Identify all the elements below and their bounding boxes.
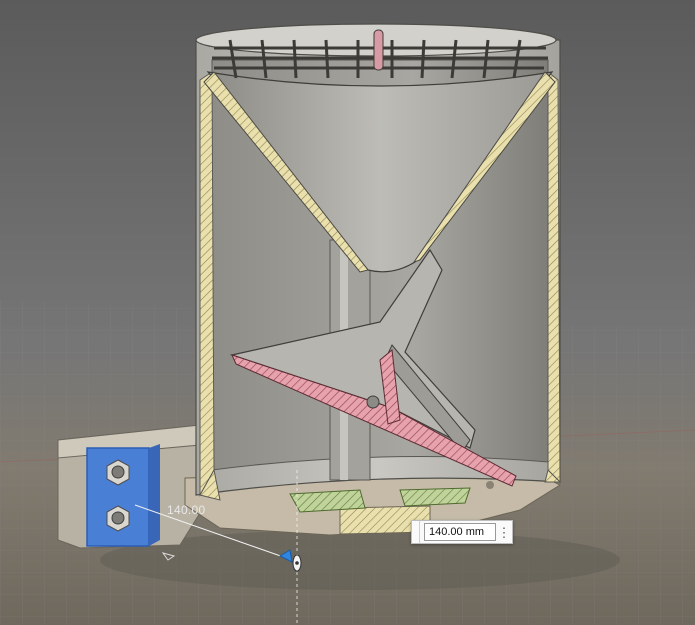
model-scene[interactable] — [0, 0, 695, 625]
selected-face[interactable] — [86, 444, 160, 547]
dimension-value-input[interactable] — [424, 523, 496, 541]
mesh-center-pin-icon — [373, 29, 384, 71]
rotate-handle-icon[interactable] — [292, 554, 302, 572]
dimension-label: 140.00 — [167, 503, 206, 517]
dimension-input-box[interactable]: ⋮ — [411, 520, 513, 544]
input-grip — [412, 521, 420, 543]
kebab-menu-icon[interactable]: ⋮ — [496, 526, 512, 539]
3d-viewport[interactable]: 140.00 ⋮ — [0, 0, 695, 625]
hex-nut-bottom-icon — [106, 505, 130, 532]
hex-nut-top-icon — [106, 459, 130, 486]
